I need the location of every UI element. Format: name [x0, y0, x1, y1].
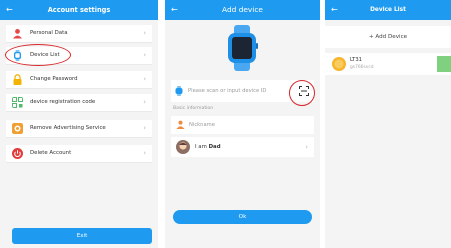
menu-item-label: Change Password: [30, 76, 78, 82]
nickname-placeholder: Nickname: [189, 122, 215, 128]
highlight-circle: [5, 44, 71, 66]
chevron-right-icon: ›: [143, 75, 146, 83]
chevron-right-icon: ›: [143, 51, 146, 59]
ok-button[interactable]: Ok: [173, 210, 312, 224]
menu-item-label: Delete Account: [30, 150, 72, 156]
device-row[interactable]: LT31 gs766svcd: [325, 53, 451, 75]
chevron-right-icon: ›: [143, 29, 146, 37]
watch-illustration: [228, 25, 258, 71]
relation-value: Dad: [208, 144, 221, 150]
chevron-right-icon: ›: [143, 124, 146, 132]
chevron-right-icon: ›: [305, 143, 308, 151]
device-name: LT31: [350, 57, 362, 63]
device-status-indicator: [437, 56, 451, 72]
add-device-label: + Add Device: [368, 34, 408, 40]
top-bar: ← Device List: [325, 0, 451, 20]
ad-icon: [12, 123, 23, 134]
menu-item-registration-code[interactable]: device registration code ›: [6, 94, 152, 112]
watch-small-icon: [175, 86, 183, 96]
top-bar: ← Add device: [165, 0, 320, 20]
menu-item-personal-data[interactable]: Personal Data ›: [6, 25, 152, 43]
relation-prefix: I am: [195, 144, 207, 150]
nickname-field[interactable]: Nickname: [171, 116, 314, 134]
add-device-row[interactable]: + Add Device: [325, 26, 451, 48]
chevron-right-icon: ›: [143, 98, 146, 106]
device-id-placeholder: Please scan or input device ID: [188, 88, 267, 94]
top-bar: ← Account settings: [0, 0, 158, 20]
menu-item-change-password[interactable]: Change Password ›: [6, 71, 152, 89]
menu-item-label: device registration code: [30, 99, 96, 105]
device-avatar-icon: [332, 57, 346, 71]
menu-item-remove-ads[interactable]: Remove Advertising Service ›: [6, 120, 152, 138]
menu-item-label: Remove Advertising Service: [30, 125, 106, 131]
account-settings-screen: ← Account settings Personal Data › Devic…: [0, 0, 158, 248]
person-icon: [176, 120, 185, 129]
page-title: Account settings: [47, 6, 111, 14]
exit-button[interactable]: Exit: [12, 228, 152, 244]
person-icon: [13, 29, 22, 39]
relation-selector[interactable]: I am Dad ›: [171, 137, 314, 157]
menu-item-delete-account[interactable]: Delete Account ›: [6, 145, 152, 163]
add-device-screen: ← Add device Please scan or input device…: [165, 0, 320, 248]
device-id: gs766svcd: [350, 65, 374, 70]
highlight-circle: [289, 80, 315, 106]
device-list-screen: ← Device List + Add Device LT31 gs766svc…: [325, 0, 451, 248]
page-title: Device List: [370, 7, 406, 13]
lock-icon: [13, 74, 22, 85]
power-icon: [12, 148, 23, 159]
qr-code-icon: [12, 97, 23, 108]
chevron-right-icon: ›: [143, 149, 146, 157]
relation-text: I am Dad: [195, 137, 221, 157]
dad-avatar-icon: [176, 140, 190, 154]
section-label: Basic information: [173, 106, 214, 111]
menu-item-label: Personal Data: [30, 30, 68, 36]
page-title: Add device: [222, 5, 263, 14]
